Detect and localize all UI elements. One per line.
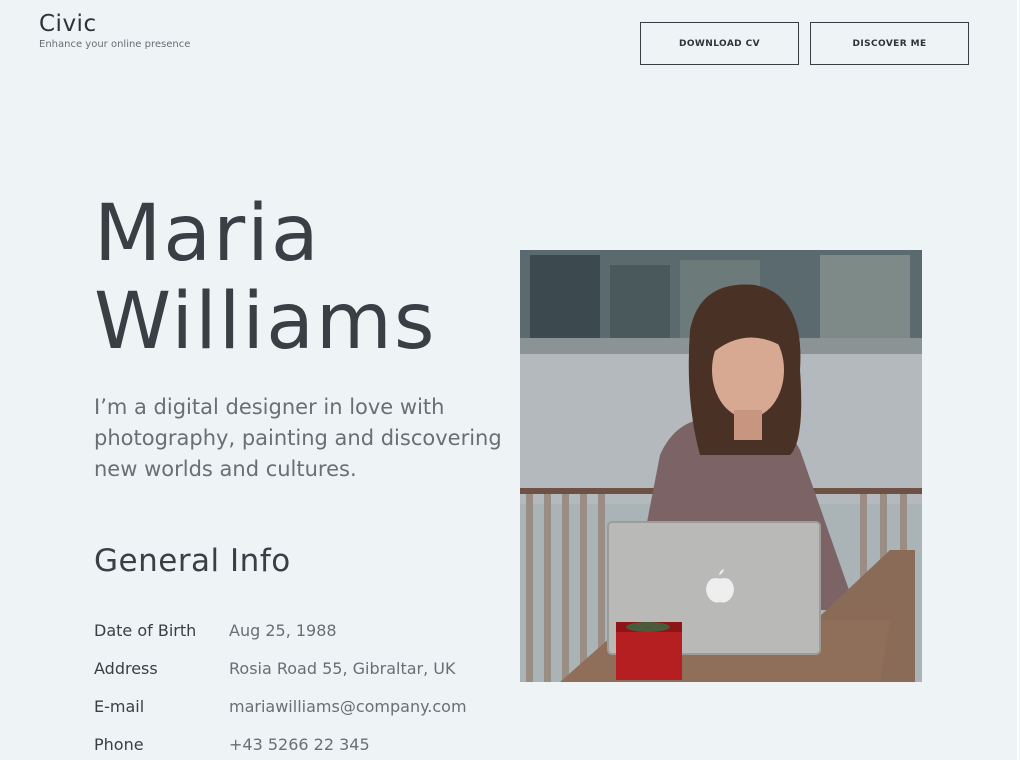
info-value: Aug 25, 1988 [229,620,337,640]
info-label: E-mail [94,696,145,716]
discover-me-button[interactable]: DISCOVER ME [810,22,969,65]
brand-name[interactable]: Civic [39,10,190,38]
info-value[interactable]: mariawilliams@company.com [229,697,467,716]
info-label: Phone [94,734,144,754]
info-value: Rosia Road 55, Gibraltar, UK [229,658,456,678]
info-row-email: E-mail mariawilliams@company.com [94,687,467,725]
page-edge-divider [1017,0,1019,760]
brand-tagline: Enhance your online presence [39,39,191,50]
info-row-address: Address Rosia Road 55, Gibraltar, UK [94,649,467,687]
general-info-title: General Info [94,543,291,579]
info-label: Address [94,658,158,678]
hero-last-name: Williams [94,277,437,367]
profile-photo-illustration [520,250,922,682]
hero-first-name: Maria [94,189,321,279]
hero-name: Maria Williams [94,190,437,366]
general-info-table: Date of Birth Aug 25, 1988 Address Rosia… [94,611,467,760]
brand[interactable]: Civic Enhance your online presence [39,10,190,50]
info-value: +43 5266 22 345 [229,734,370,754]
info-row-phone: Phone +43 5266 22 345 [94,725,467,760]
info-row-birth: Date of Birth Aug 25, 1988 [94,611,467,649]
profile-photo [520,250,922,682]
info-label: Date of Birth [94,620,197,640]
download-cv-button[interactable]: DOWNLOAD CV [640,22,799,65]
hero-bio: I’m a digital designer in love with phot… [94,395,502,481]
